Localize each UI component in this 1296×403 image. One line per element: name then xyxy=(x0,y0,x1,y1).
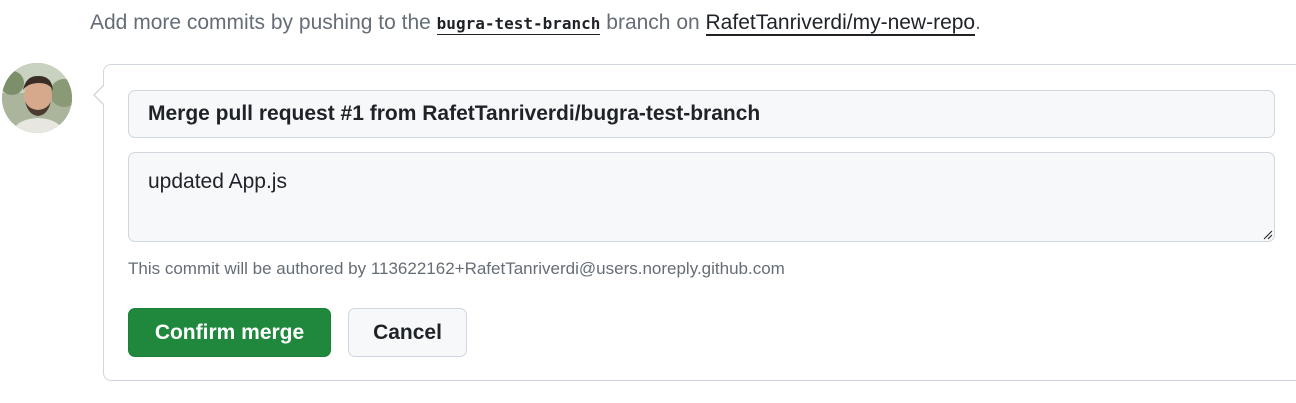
resize-handle-icon[interactable] xyxy=(1263,230,1273,240)
repository-link[interactable]: RafetTanriverdi/my-new-repo xyxy=(705,11,976,36)
merge-form: updated App.js This commit will be autho… xyxy=(93,64,1296,381)
hint-suffix-text: . xyxy=(975,11,981,34)
hint-prefix-text: Add more commits by pushing to the xyxy=(90,11,437,34)
cancel-button[interactable]: Cancel xyxy=(348,308,467,357)
commit-author-note: This commit will be authored by 11362216… xyxy=(128,259,785,278)
hint-middle-text: branch on xyxy=(600,11,706,34)
commit-message-textarea[interactable]: updated App.js xyxy=(128,152,1275,242)
commit-title-input[interactable] xyxy=(128,90,1275,138)
speech-caret-fill xyxy=(95,85,105,105)
confirm-merge-button[interactable]: Confirm merge xyxy=(128,308,331,357)
avatar[interactable] xyxy=(2,63,72,133)
branch-name-link[interactable]: bugra-test-branch xyxy=(436,14,601,35)
user-avatar-image xyxy=(2,63,72,133)
merge-hint: Add more commits by pushing to the bugra… xyxy=(90,8,981,38)
